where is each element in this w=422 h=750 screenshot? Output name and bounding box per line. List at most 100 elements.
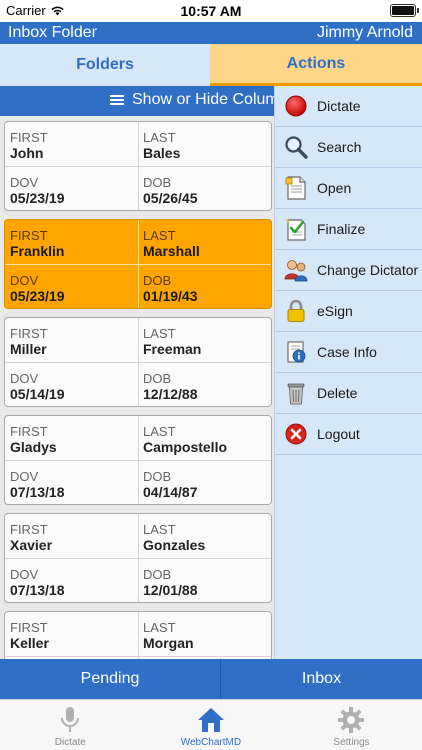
action-dictate[interactable]: Dictate bbox=[275, 86, 422, 127]
patient-row-selected[interactable]: FIRST Franklin LAST Marshall DOV 05/23/19 D… bbox=[4, 219, 272, 309]
action-finalize[interactable]: Finalize bbox=[275, 209, 422, 250]
status-bar: Carrier 10:57 AM bbox=[0, 0, 422, 22]
last-name-label: LAST bbox=[143, 326, 176, 341]
last-name-label: LAST bbox=[143, 130, 176, 145]
action-esign[interactable]: eSign bbox=[275, 291, 422, 332]
carrier-indicator: Carrier bbox=[6, 3, 65, 18]
dob-label: DOB bbox=[143, 567, 172, 582]
first-name-label: FIRST bbox=[10, 424, 48, 439]
action-change-dictator[interactable]: Change Dictator bbox=[275, 250, 422, 291]
first-name-label: FIRST bbox=[10, 522, 48, 537]
title-bar: Inbox Folder Jimmy Arnold bbox=[0, 22, 422, 44]
first-name-label: FIRST bbox=[10, 228, 48, 243]
last-name-value: Marshall bbox=[143, 243, 200, 259]
action-label: Change Dictator bbox=[317, 262, 419, 278]
patient-row[interactable]: FIRST John LAST Bales DOV 05/23/19 DOB 05/26… bbox=[4, 121, 272, 211]
home-icon bbox=[197, 708, 224, 732]
dov-label: DOV bbox=[10, 371, 39, 386]
tabbar-dictate[interactable]: Dictate bbox=[0, 700, 141, 750]
show-hide-columns-button[interactable]: Show or Hide Columns bbox=[0, 86, 274, 116]
dob-value: 04/14/87 bbox=[143, 484, 198, 500]
tabbar-webchartmd[interactable]: WebChartMD bbox=[141, 700, 282, 750]
dov-value: 05/23/19 bbox=[10, 190, 65, 206]
tabbar-label: Settings bbox=[333, 737, 370, 748]
patient-row[interactable]: FIRST Miller LAST Freeman DOV 05/14/19 DOB 1… bbox=[4, 317, 272, 407]
first-name-value: Miller bbox=[10, 341, 47, 357]
dov-value: 07/13/18 bbox=[10, 484, 65, 500]
first-name-label: FIRST bbox=[10, 130, 48, 145]
tab-actions[interactable]: Actions bbox=[210, 44, 422, 86]
top-tabs: Folders Actions bbox=[0, 44, 422, 86]
tabbar-settings[interactable]: Settings bbox=[281, 700, 422, 750]
dob-label: DOB bbox=[143, 175, 172, 190]
action-label: Finalize bbox=[317, 221, 366, 237]
carrier-label: Carrier bbox=[6, 3, 46, 18]
dov-label: DOV bbox=[10, 273, 39, 288]
folder-segment-bar: Pending Inbox bbox=[0, 659, 422, 699]
action-search[interactable]: Search bbox=[275, 127, 422, 168]
first-name-value: John bbox=[10, 145, 44, 161]
document-icon bbox=[283, 175, 309, 201]
dob-label: DOB bbox=[143, 371, 172, 386]
action-label: Dictate bbox=[317, 98, 361, 114]
tab-folders[interactable]: Folders bbox=[0, 44, 210, 86]
menu-icon bbox=[110, 94, 124, 106]
action-label: eSign bbox=[317, 303, 353, 319]
last-name-label: LAST bbox=[143, 522, 176, 537]
action-label: Delete bbox=[317, 385, 358, 401]
dob-value: 05/26/45 bbox=[143, 190, 198, 206]
folder-title: Inbox Folder bbox=[8, 24, 97, 41]
last-name-label: LAST bbox=[143, 228, 176, 243]
close-circle-icon bbox=[283, 421, 309, 447]
action-label: Open bbox=[317, 180, 352, 196]
patient-row[interactable]: FIRST Keller LAST Morgan bbox=[4, 611, 272, 659]
dob-label: DOB bbox=[143, 469, 172, 484]
patient-row[interactable]: FIRST Xavier LAST Gonzales DOV 07/13/18 DOB… bbox=[4, 513, 272, 603]
show-hide-columns-label: Show or Hide Columns bbox=[132, 91, 274, 108]
dov-label: DOV bbox=[10, 469, 39, 484]
last-name-value: Bales bbox=[143, 145, 181, 161]
first-name-value: Gladys bbox=[10, 439, 57, 455]
action-open[interactable]: Open bbox=[275, 168, 422, 209]
record-icon bbox=[283, 93, 309, 119]
info-icon bbox=[283, 339, 309, 365]
magnifier-icon bbox=[283, 134, 309, 160]
action-logout[interactable]: Logout bbox=[275, 414, 422, 455]
first-name-value: Franklin bbox=[10, 243, 65, 259]
last-name-value: Campostello bbox=[143, 439, 228, 455]
dob-value: 12/12/88 bbox=[143, 386, 198, 402]
dov-label: DOV bbox=[10, 175, 39, 190]
last-name-label: LAST bbox=[143, 424, 176, 439]
trash-icon bbox=[283, 380, 309, 406]
dov-label: DOV bbox=[10, 567, 39, 582]
segment-inbox[interactable]: Inbox bbox=[221, 659, 422, 699]
checklist-icon bbox=[283, 216, 309, 242]
dov-value: 05/23/19 bbox=[10, 288, 65, 304]
tabbar-label: Dictate bbox=[54, 737, 86, 748]
action-delete[interactable]: Delete bbox=[275, 373, 422, 414]
first-name-label: FIRST bbox=[10, 620, 48, 635]
dob-label: DOB bbox=[143, 273, 172, 288]
dob-value: 01/19/43 bbox=[143, 288, 198, 304]
segment-pending[interactable]: Pending bbox=[0, 659, 221, 699]
tabbar-label: WebChartMD bbox=[180, 737, 242, 748]
battery-icon bbox=[390, 4, 419, 17]
patient-list[interactable]: FIRST John LAST Bales DOV 05/23/19 DOB 05/26… bbox=[0, 116, 274, 659]
microphone-icon bbox=[61, 707, 80, 732]
users-icon bbox=[283, 257, 309, 283]
actions-panel: Dictate Search Open Finalize Change Dict… bbox=[274, 86, 422, 659]
first-name-label: FIRST bbox=[10, 326, 48, 341]
gear-icon bbox=[338, 707, 365, 733]
dob-value: 12/01/88 bbox=[143, 582, 198, 598]
action-label: Search bbox=[317, 139, 362, 155]
first-name-value: Xavier bbox=[10, 537, 53, 553]
last-name-label: LAST bbox=[143, 620, 176, 635]
patient-row[interactable]: FIRST Gladys LAST Campostello DOV 07/13/18 … bbox=[4, 415, 272, 505]
action-label: Case Info bbox=[317, 344, 377, 360]
first-name-value: Keller bbox=[10, 635, 49, 651]
lock-icon bbox=[283, 298, 309, 324]
action-case-info[interactable]: Case Info bbox=[275, 332, 422, 373]
last-name-value: Morgan bbox=[143, 635, 194, 651]
dov-value: 05/14/19 bbox=[10, 386, 65, 402]
user-name: Jimmy Arnold bbox=[316, 24, 413, 41]
